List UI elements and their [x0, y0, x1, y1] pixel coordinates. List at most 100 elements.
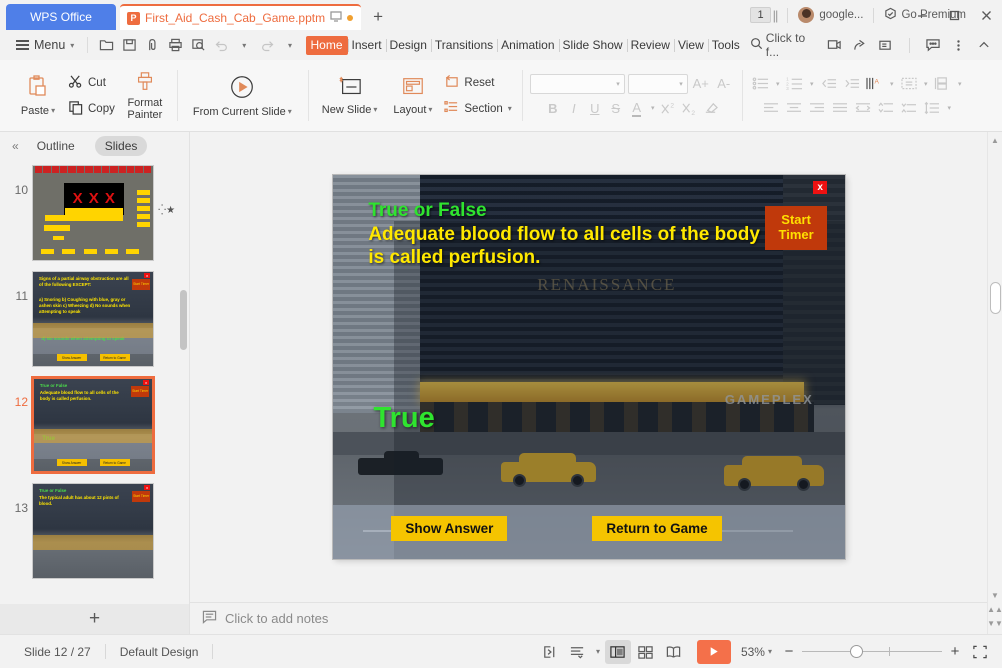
undo-dropdown-icon[interactable]: ▾: [233, 33, 256, 57]
smartart-dropdown-icon[interactable]: ▾: [955, 74, 965, 93]
reset-button[interactable]: Reset: [440, 72, 515, 94]
open-icon[interactable]: [95, 33, 118, 57]
close-button[interactable]: [970, 0, 1002, 30]
line-spacing-dropdown-icon[interactable]: ▾: [944, 98, 954, 117]
slide-close-icon[interactable]: x: [813, 181, 828, 195]
align-text-dropdown-icon[interactable]: ▾: [921, 74, 931, 93]
scroll-down-icon[interactable]: ▼: [991, 591, 999, 600]
font-size-input[interactable]: ▾: [627, 73, 688, 94]
align-text-button[interactable]: [898, 74, 920, 93]
start-timer-button[interactable]: Start Timer: [765, 205, 828, 250]
thumbnail-preview[interactable]: True or False The typical adult has abou…: [32, 483, 155, 579]
document-tab[interactable]: P First_Aid_Cash_Cab_Game.pptm: [120, 4, 362, 30]
slide-counter[interactable]: 1 ||: [750, 7, 778, 23]
add-slide-button[interactable]: +: [0, 604, 189, 634]
collapse-ribbon-icon[interactable]: [973, 33, 996, 57]
maximize-button[interactable]: [938, 0, 970, 30]
comment-icon[interactable]: [922, 33, 945, 57]
bold-button[interactable]: B: [543, 99, 563, 118]
thumbnail-preview[interactable]: Signs of a partial airway obstruction ar…: [32, 271, 155, 367]
thumbnail-scrollbar[interactable]: [180, 290, 187, 350]
fit-window-icon[interactable]: [968, 641, 992, 663]
find-command-box[interactable]: Click to f...: [744, 31, 821, 59]
slide-answer-text[interactable]: True: [373, 402, 434, 435]
collapse-panel-icon[interactable]: «: [12, 139, 19, 153]
line-spacing-button[interactable]: [921, 98, 943, 117]
normal-view-icon[interactable]: [604, 639, 631, 664]
thumbnail-item-10[interactable]: 10 X X X ⁛★: [0, 160, 189, 266]
bullet-list-dropdown-icon[interactable]: ▾: [773, 74, 783, 93]
tab-home[interactable]: Home: [305, 35, 348, 55]
bullet-list-button[interactable]: [750, 74, 772, 93]
distribute-button[interactable]: [852, 98, 874, 117]
print-preview-icon[interactable]: [187, 33, 210, 57]
decrease-indent-button[interactable]: [818, 74, 840, 93]
text-direction-dropdown-icon[interactable]: ▾: [887, 74, 897, 93]
section-button[interactable]: Section ▾: [440, 98, 515, 120]
slide-canvas[interactable]: RENAISSANCE GAMEPLEX True or False Adequ…: [332, 175, 845, 559]
grow-font-button[interactable]: A+: [691, 74, 711, 93]
thumbnail-item-12[interactable]: 12 True or False Adequate blood flow to …: [0, 372, 189, 478]
scrollbar-thumb[interactable]: [989, 282, 1001, 314]
outline-view-icon[interactable]: [565, 640, 591, 664]
align-middle-button[interactable]: [898, 98, 920, 117]
convert-to-smartart-button[interactable]: [932, 74, 954, 93]
slide-title-text[interactable]: True or False: [368, 200, 486, 222]
print-icon[interactable]: [164, 33, 187, 57]
screen-record-icon[interactable]: [823, 33, 846, 57]
font-color-button[interactable]: A: [627, 99, 647, 118]
tab-slides[interactable]: Slides: [94, 136, 148, 156]
return-to-game-button[interactable]: Return to Game: [592, 516, 722, 542]
play-slideshow-button[interactable]: [696, 639, 731, 664]
align-center-button[interactable]: [783, 98, 805, 117]
thumbnail-item-13[interactable]: 13 True or False The typical adult has a…: [0, 478, 189, 584]
more-options-icon[interactable]: [947, 33, 970, 57]
slide-canvas-wrapper[interactable]: RENAISSANCE GAMEPLEX True or False Adequ…: [190, 132, 987, 602]
share-icon[interactable]: [848, 33, 871, 57]
thumbnail-item-11[interactable]: 11 Signs of a partial airway obstruction…: [0, 266, 189, 372]
zoom-out-button[interactable]: −: [778, 641, 800, 663]
thumbnail-list[interactable]: 10 X X X ⁛★ 11 Signs of a partial airway…: [0, 160, 189, 604]
underline-button[interactable]: U: [585, 99, 605, 118]
tab-view[interactable]: View: [673, 36, 708, 55]
tab-review[interactable]: Review: [626, 36, 674, 55]
tab-outline[interactable]: Outline: [27, 136, 85, 156]
new-slide-button[interactable]: New Slide ▾: [314, 75, 386, 116]
subscript-button[interactable]: 2: [680, 99, 700, 118]
clear-formatting-icon[interactable]: [701, 99, 721, 118]
zoom-in-button[interactable]: +: [944, 641, 966, 663]
show-answer-button[interactable]: Show Answer: [391, 516, 508, 542]
tab-animation[interactable]: Animation: [497, 36, 558, 55]
save-as-icon[interactable]: [141, 33, 164, 57]
tab-slide-show[interactable]: Slide Show: [558, 36, 627, 55]
previous-slide-icon[interactable]: ▲▲: [987, 605, 1002, 614]
save-icon[interactable]: [118, 33, 141, 57]
design-label[interactable]: Default Design: [106, 645, 213, 659]
slide-question-text[interactable]: Adequate blood flow to all cells of the …: [368, 223, 767, 269]
present-monitor-icon[interactable]: [330, 11, 342, 25]
account-button[interactable]: google...: [798, 7, 863, 23]
format-painter-button[interactable]: Format Painter: [119, 71, 171, 121]
font-name-input[interactable]: ▾: [529, 73, 625, 94]
increase-indent-button[interactable]: [841, 74, 863, 93]
customize-quick-access-icon[interactable]: ▾: [279, 33, 302, 57]
align-top-button[interactable]: [875, 98, 897, 117]
numbered-list-button[interactable]: 123: [784, 74, 806, 93]
reading-view-icon[interactable]: [661, 640, 687, 664]
tab-tools[interactable]: Tools: [707, 36, 744, 55]
canvas-vertical-scrollbar[interactable]: ▲ ▼ ▲▲ ▼▼: [987, 132, 1002, 634]
font-color-dropdown-icon[interactable]: ▾: [648, 99, 658, 118]
numbered-list-dropdown-icon[interactable]: ▾: [807, 74, 817, 93]
redo-icon[interactable]: [256, 33, 279, 57]
undo-icon[interactable]: [210, 33, 233, 57]
paste-button[interactable]: Paste ▾: [12, 74, 64, 117]
zoom-level-button[interactable]: 53% ▾: [741, 645, 772, 659]
notes-pane[interactable]: Click to add notes: [190, 602, 987, 634]
outline-view-dropdown-icon[interactable]: ▾: [593, 640, 603, 664]
shrink-font-button[interactable]: A-: [714, 74, 734, 93]
strikethrough-button[interactable]: S: [606, 99, 626, 118]
justify-button[interactable]: [829, 98, 851, 117]
slide-sorter-icon[interactable]: [633, 640, 659, 664]
zoom-slider-handle[interactable]: [849, 645, 863, 658]
cut-button[interactable]: Cut: [64, 72, 119, 94]
